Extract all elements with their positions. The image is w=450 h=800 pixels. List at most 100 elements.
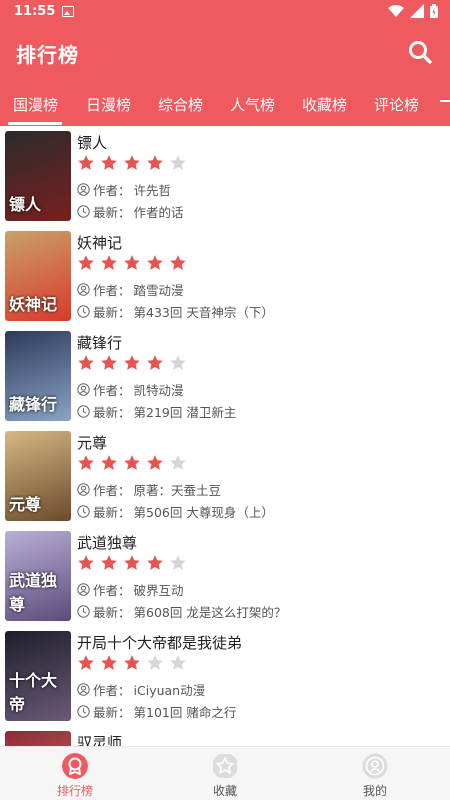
author-line: 作者： iCiyuan动漫 [77, 680, 205, 699]
comic-cover[interactable]: 元尊 [5, 431, 71, 521]
star-filled-icon [78, 655, 94, 670]
star-filled-icon [147, 255, 163, 270]
star-filled-icon [147, 555, 163, 570]
author-prefix: 作者： [93, 283, 131, 298]
list-item[interactable]: 藏锋行 藏锋行 作者： 凯特动漫 最新： 第219回 潜卫新主 [0, 326, 450, 426]
comic-list[interactable]: 镖人 镖人 作者： 许先哲 最新： 作者的话 妖神记 妖神记 作者： 踏雪动漫 最新： 第433回 天… [0, 126, 450, 746]
author-line: 作者： 踏雪动漫 [77, 280, 184, 299]
person-icon [77, 683, 90, 696]
list-item[interactable]: 驭灵师 [0, 726, 450, 746]
star-filled-icon [78, 455, 94, 470]
latest-prefix: 最新： [93, 405, 131, 420]
author-prefix: 作者： [93, 383, 131, 398]
latest-line: 最新： 第608回 龙是这么打架的？ [77, 602, 286, 621]
tab-shoucang[interactable]: 收藏榜 [302, 94, 347, 115]
author-line: 作者： 许先哲 [77, 180, 171, 199]
rating-stars [77, 254, 187, 272]
tab-pinglun[interactable]: 评论榜 [374, 94, 419, 115]
bottom-tab-profile[interactable]: 我的 [335, 753, 415, 799]
cover-title-art: 武道独尊 [9, 571, 58, 614]
category-tabs: 国漫榜 日漫榜 综合榜 人气榜 收藏榜 评论榜 [0, 80, 450, 126]
comic-title[interactable]: 元尊 [77, 432, 107, 453]
rating-stars [77, 454, 187, 472]
app-bar: 排行榜 [0, 24, 450, 80]
latest-prefix: 最新： [93, 705, 131, 720]
cover-title-art: 十个大帝 [9, 671, 58, 714]
person-icon [77, 183, 90, 196]
comic-title[interactable]: 妖神记 [77, 232, 122, 253]
trophy-icon [62, 753, 88, 779]
tab-guoman[interactable]: 国漫榜 [13, 94, 58, 115]
star-filled-icon [124, 555, 140, 570]
comic-cover[interactable]: 藏锋行 [5, 331, 71, 421]
latest-prefix: 最新： [93, 605, 131, 620]
list-item[interactable]: 妖神记 妖神记 作者： 踏雪动漫 最新： 第433回 天音神宗（下） [0, 226, 450, 326]
author-prefix: 作者： [93, 483, 131, 498]
clock-icon [77, 605, 90, 618]
list-item[interactable]: 元尊 元尊作者： 原著：天蚕土豆 最新： 第506回 大尊现身（上） [0, 426, 450, 526]
latest-line: 最新： 第219回 潜卫新主 [77, 402, 236, 421]
comic-cover[interactable]: 武道独尊 [5, 531, 71, 621]
system-icons [388, 4, 438, 18]
person-icon [77, 383, 90, 396]
gallery-notification-icon [62, 6, 74, 17]
star-filled-icon [78, 555, 94, 570]
tab-zonghe[interactable]: 综合榜 [158, 94, 203, 115]
star-empty-icon [170, 655, 186, 670]
star-filled-icon [124, 255, 140, 270]
person-icon [77, 583, 90, 596]
star-filled-icon [124, 155, 140, 170]
list-item[interactable]: 十个大帝 开局十个大帝都是我徒弟 作者： iCiyuan动漫最新： 第101回 赌命之行 [0, 626, 450, 726]
cover-title-art: 妖神记 [9, 295, 58, 314]
star-filled-icon [78, 155, 94, 170]
star-filled-icon [147, 155, 163, 170]
latest-line: 最新： 第101回 赌命之行 [77, 702, 236, 721]
bottom-tab-label: 排行榜 [56, 784, 93, 798]
list-item[interactable]: 武道独尊 武道独尊 作者： 破界互动 最新： 第608回 龙是这么打架的？ [0, 526, 450, 626]
star-empty-icon [170, 455, 186, 470]
comic-title[interactable]: 驭灵师 [77, 732, 122, 746]
star-filled-icon [101, 255, 117, 270]
cover-title-art: 镖人 [9, 195, 42, 214]
tab-renqi[interactable]: 人气榜 [230, 94, 275, 115]
star-icon [213, 754, 237, 778]
author-value: 许先哲 [133, 183, 172, 198]
clock-icon [77, 505, 90, 518]
clock-icon [77, 705, 90, 718]
latest-prefix: 最新： [93, 305, 131, 320]
comic-title[interactable]: 藏锋行 [77, 332, 122, 353]
search-icon[interactable] [406, 38, 434, 66]
star-filled-icon [124, 655, 140, 670]
latest-value: 第101回 赌命之行 [133, 705, 237, 720]
latest-value: 第433回 天音神宗（下） [133, 305, 274, 320]
comic-cover[interactable] [5, 731, 71, 746]
comic-cover[interactable]: 十个大帝 [5, 631, 71, 721]
tab-riman[interactable]: 日漫榜 [86, 94, 131, 115]
comic-title[interactable]: 镖人 [77, 132, 107, 153]
star-filled-icon [124, 355, 140, 370]
clock-icon [77, 405, 90, 418]
comic-title[interactable]: 武道独尊 [77, 532, 137, 553]
star-empty-icon [147, 655, 163, 670]
latest-value: 第506回 大尊现身（上） [133, 505, 274, 520]
star-empty-icon [170, 155, 186, 170]
battery-icon [430, 4, 438, 18]
bottom-tab-label: 收藏 [212, 784, 237, 798]
comic-title[interactable]: 开局十个大帝都是我徒弟 [77, 632, 242, 653]
star-filled-icon [170, 255, 186, 270]
list-item[interactable]: 镖人 镖人 作者： 许先哲 最新： 作者的话 [0, 126, 450, 226]
star-filled-icon [78, 355, 94, 370]
tab-indicator [8, 122, 62, 125]
latest-value: 第608回 龙是这么打架的？ [133, 605, 287, 620]
author-value: iCiyuan动漫 [133, 683, 206, 698]
comic-cover[interactable]: 妖神记 [5, 231, 71, 321]
star-filled-icon [101, 355, 117, 370]
author-value: 原著：天蚕土豆 [133, 483, 222, 498]
comic-cover[interactable]: 镖人 [5, 131, 71, 221]
signal-icon [410, 4, 424, 18]
bottom-tab-favorites[interactable]: 收藏 [185, 753, 265, 799]
bottom-tab-ranking[interactable]: 排行榜 [35, 753, 115, 799]
author-value: 踏雪动漫 [133, 283, 184, 298]
profile-icon [362, 753, 388, 779]
latest-prefix: 最新： [93, 505, 131, 520]
